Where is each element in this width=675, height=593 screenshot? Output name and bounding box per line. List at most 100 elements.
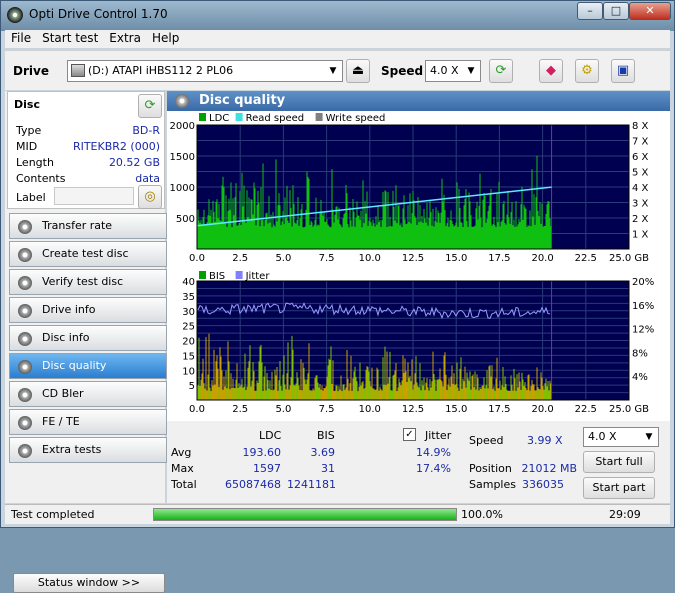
nav-label: Extra tests [42,443,102,456]
y2-tick-label: 2 X [632,214,649,225]
speed-result-label: Speed [469,434,504,447]
y2-tick-label: 6 X [632,152,649,163]
y2-tick-label: 8 X [632,121,649,132]
menu-start-test[interactable]: Start test [36,30,103,45]
y2-tick-label: 8% [632,348,648,359]
disc-icon [18,388,32,402]
gears-icon: ⚙ [581,63,593,78]
stats-max-jitter: 17.4% [416,462,451,475]
disc-header: Disc [14,98,40,111]
speed-select[interactable]: 4.0 X ▼ [425,60,481,82]
menu-help[interactable]: Help [146,30,184,45]
x-tick-label: 0.0 [189,253,205,264]
nav-verify-test-disc[interactable]: Verify test disc [9,269,167,295]
left-panel: Disc ⟳ Type BD-R MID RITEKBR2 (000) Length… [5,91,167,593]
minimize-button[interactable]: – [577,2,603,20]
drive-label: Drive [13,64,49,78]
nav-disc-quality[interactable]: Disc quality [9,353,167,379]
y2-tick-label: 16% [632,301,654,312]
chevron-down-icon: ▼ [329,66,337,76]
legend-swatch [235,271,243,279]
app-disc-icon [7,7,23,23]
x-tick-label: 25.0 GB [609,253,649,264]
nav-label: CD Bler [42,387,84,400]
menu-bar: File Start test Extra Help [5,30,670,48]
x-tick-label: 10.0 [359,404,381,415]
nav-create-test-disc[interactable]: Create test disc [9,241,167,267]
nav-label: Disc info [42,331,90,344]
x-tick-label: 5.0 [275,404,291,415]
eject-button[interactable]: ⏏ [346,59,370,83]
chevron-down-icon: ▼ [645,432,653,442]
disc-label-field[interactable] [54,187,134,205]
x-tick-label: 12.5 [402,253,424,264]
nav-drive-info[interactable]: Drive info [9,297,167,323]
samples-value: 336035 [522,478,564,491]
y2-tick-label: 20% [632,277,654,288]
window-title: Opti Drive Control 1.70 [29,7,168,21]
menu-file[interactable]: File [5,30,36,45]
y-tick-label: 5 [189,381,195,392]
refresh-icon: ⟳ [144,98,156,113]
nav-transfer-rate[interactable]: Transfer rate [9,213,167,239]
drive-icon [71,64,85,77]
refresh-speed-button[interactable]: ⟳ [489,59,513,83]
erase-button[interactable]: ◆ [539,59,563,83]
nav-cd-bler[interactable]: CD Bler [9,381,167,407]
ldc-chart: LDC Read speed Write speed 0.0 2.5 5.0 7.5 10.0… [167,111,670,271]
eraser-icon: ◆ [546,63,556,78]
nav-disc-info[interactable]: Disc info [9,325,167,351]
nav-label: Disc quality [42,359,107,372]
legend-label: LDC [209,113,229,124]
x-tick-label: 15.0 [445,253,467,264]
y-tick-label: 40 [182,277,195,288]
x-tick-label: 25.0 GB [609,404,649,415]
options-button[interactable]: ⚙ [575,59,599,83]
legend-label: Jitter [245,271,271,282]
disc-icon [18,416,32,430]
close-button[interactable]: ✕ [629,2,671,20]
x-tick-label: 17.5 [488,404,510,415]
status-window-button[interactable]: Status window >> [13,573,165,593]
cd-icon: ◎ [144,189,156,204]
stats-header-jitter: Jitter [425,429,452,442]
test-speed-select[interactable]: 4.0 X ▼ [583,427,659,447]
progress-bar [153,508,457,521]
y2-tick-label: 1 X [632,230,649,241]
jitter-checkbox[interactable]: ✓ [403,428,416,441]
stats-max-ldc: 1597 [253,462,281,475]
toolbar: Drive (D:) ATAPI iHBS112 2 PL06 ▼ ⏏ Speed… [5,50,670,90]
stats-max-label: Max [171,462,194,475]
drive-select-value: (D:) ATAPI iHBS112 2 PL06 [88,64,234,77]
y2-tick-label: 4% [632,372,648,383]
floppy-icon: ▣ [616,63,630,78]
test-speed-value: 4.0 X [588,430,617,443]
panel-title: Disc quality [199,93,286,108]
disc-label-button[interactable]: ◎ [138,185,162,209]
save-button[interactable]: ▣ [611,59,635,83]
x-tick-label: 22.5 [575,404,597,415]
nav-label: Verify test disc [42,275,124,288]
chevron-down-icon: ▼ [467,66,475,76]
status-text: Test completed [11,508,95,521]
x-tick-label: 7.5 [319,253,335,264]
eject-icon: ⏏ [351,63,365,78]
position-label: Position [469,462,512,475]
nav-fe-te[interactable]: FE / TE [9,409,167,435]
disc-icon [18,220,32,234]
refresh-disc-button[interactable]: ⟳ [138,94,162,118]
speed-label: Speed [381,64,424,78]
start-full-button[interactable]: Start full [583,451,655,473]
menu-extra[interactable]: Extra [103,30,146,45]
bis-jitter-chart: BIS Jitter 0.0 2.5 5.0 7.5 10.0 12.5 15.0 17.5 20.… [167,269,670,421]
x-tick-label: 10.0 [359,253,381,264]
progress-fill [154,509,456,520]
maximize-button[interactable]: □ [603,2,629,20]
nav-label: Drive info [42,303,96,316]
start-part-button[interactable]: Start part [583,477,655,499]
disc-icon [18,276,32,290]
nav-extra-tests[interactable]: Extra tests [9,437,167,463]
drive-select[interactable]: (D:) ATAPI iHBS112 2 PL06 ▼ [67,60,343,82]
speed-result-value: 3.99 X [527,434,563,447]
y-tick-label: 1000 [170,183,195,194]
